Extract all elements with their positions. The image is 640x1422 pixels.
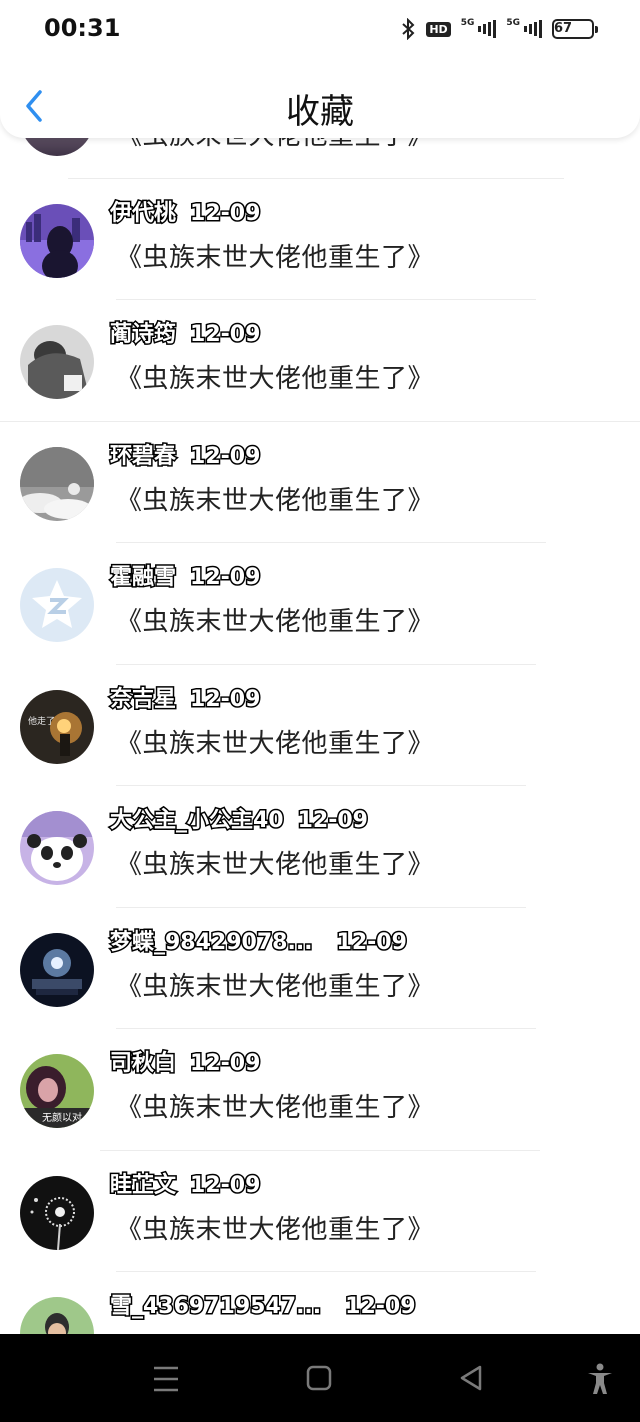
- item-date: 12-09: [335, 928, 408, 956]
- item-date: 12-09: [189, 321, 262, 349]
- list-item[interactable]: 霍融雪 12-09 《虫族末世大佬他重生了》: [0, 543, 640, 665]
- avatar[interactable]: [20, 568, 94, 642]
- item-meta: 雪_4369719547... 12-09: [108, 1288, 417, 1321]
- bluetooth-icon: [400, 18, 416, 40]
- user-name[interactable]: 眭芷文: [108, 1171, 177, 1199]
- item-title: 《虫族末世大佬他重生了》: [116, 1214, 435, 1245]
- item-title: 《虫族末世大佬他重生了》: [116, 850, 435, 880]
- top-header: 00:31 HD 5G 5G 67 收藏: [0, 0, 640, 138]
- user-name[interactable]: 环碧春: [108, 442, 177, 470]
- user-name[interactable]: 雪_4369719547...: [108, 1293, 322, 1321]
- home-square-icon: [306, 1365, 332, 1391]
- signal-icon: 5G: [506, 18, 542, 40]
- item-title: 《虫族末世大佬他重生了》: [116, 485, 435, 516]
- item-date: 12-09: [189, 685, 262, 713]
- item-title: 《虫族末世大佬他重生了》: [116, 1093, 435, 1123]
- list-item[interactable]: 眭芷文 12-09 《虫族末世大佬他重生了》: [0, 1151, 640, 1272]
- item-title: 《虫族末世大佬他重生了》: [116, 364, 435, 394]
- page-title: 收藏: [286, 92, 354, 132]
- item-meta: 梦蝶_98429078... 12-09: [109, 924, 409, 956]
- network-type: 5G: [460, 18, 475, 28]
- home-button[interactable]: [301, 1362, 337, 1396]
- item-meta: 蔺诗筠 12-09: [108, 316, 262, 349]
- user-name[interactable]: 大公主_小公主40: [109, 807, 286, 835]
- item-meta: 眭芷文 12-09: [108, 1167, 262, 1199]
- item-meta: 大公主_小公主40 12-09: [109, 802, 370, 835]
- user-name[interactable]: 奈吉星: [108, 685, 177, 713]
- avatar-text: 他走了: [28, 715, 55, 727]
- avatar[interactable]: [20, 325, 94, 399]
- network-type: 5G: [506, 18, 520, 28]
- avatar[interactable]: [20, 1175, 94, 1250]
- item-date: 12-09: [189, 442, 262, 470]
- item-title: 《虫族末世大佬他重生了》: [116, 971, 435, 1002]
- avatar[interactable]: [20, 446, 94, 521]
- avatar[interactable]: 他走了: [20, 689, 94, 764]
- item-title: 《虫族末世大佬他重生了》: [116, 242, 435, 273]
- item-meta: 奈吉星 12-09: [108, 681, 262, 713]
- item-title: 《虫族末世大佬他重生了》: [116, 728, 435, 759]
- signal-icon: 5G: [461, 18, 497, 40]
- menu-icon: [154, 1366, 178, 1392]
- item-date: 12-09: [344, 1293, 417, 1321]
- system-nav-bar: [0, 1334, 640, 1422]
- item-meta: 司秋白 12-09: [108, 1045, 262, 1078]
- list-item[interactable]: 环碧春 12-09 《虫族末世大佬他重生了》: [0, 422, 640, 543]
- avatar[interactable]: 无颜以对: [20, 1054, 94, 1128]
- user-name[interactable]: 霍融雪: [108, 564, 177, 592]
- avatar-text: 无颜以对: [42, 1111, 82, 1124]
- item-meta: 霍融雪 12-09: [108, 559, 262, 592]
- list-item[interactable]: 大公主_小公主40 12-09 《虫族末世大佬他重生了》: [0, 786, 640, 908]
- hd-icon: HD: [426, 21, 451, 37]
- item-date: 12-09: [189, 1171, 262, 1199]
- accessibility-button[interactable]: [582, 1362, 618, 1396]
- item-meta: 伊代桃 12-09: [108, 195, 262, 227]
- item-date: 12-09: [189, 564, 262, 592]
- user-name[interactable]: 伊代桃: [108, 199, 177, 227]
- list-item[interactable]: 梦蝶_98429078... 12-09 《虫族末世大佬他重生了》: [0, 908, 640, 1029]
- list-item[interactable]: 无颜以对 司秋白 12-09 《虫族末世大佬他重生了》: [0, 1029, 640, 1151]
- item-title: 《虫族末世大佬他重生了》: [116, 607, 435, 637]
- accessibility-icon: [588, 1363, 612, 1394]
- item-date: 12-09: [189, 199, 262, 227]
- user-name[interactable]: 梦蝶_98429078...: [109, 928, 315, 956]
- item-date: 12-09: [296, 807, 369, 835]
- status-time: 00:31: [44, 14, 121, 42]
- status-icons: HD 5G 5G 67: [400, 14, 598, 44]
- user-name[interactable]: 蔺诗筠: [108, 321, 177, 349]
- battery-icon: 67: [552, 19, 598, 39]
- list-item[interactable]: 他走了 奈吉星 12-09 《虫族末世大佬他重生了》: [0, 665, 640, 786]
- screen: 《虫族末世大佬他重生了》 伊代桃 12-09 《虫族末世大佬他重生了》: [0, 0, 640, 1422]
- back-triangle-icon: [460, 1365, 482, 1391]
- avatar[interactable]: [20, 811, 94, 885]
- menu-button[interactable]: [148, 1362, 184, 1396]
- back-nav-button[interactable]: [454, 1362, 490, 1396]
- list-item[interactable]: 蔺诗筠 12-09 《虫族末世大佬他重生了》: [0, 300, 640, 422]
- avatar[interactable]: [20, 203, 94, 278]
- avatar[interactable]: [20, 932, 94, 1007]
- user-name[interactable]: 司秋白: [108, 1050, 177, 1078]
- favorites-list[interactable]: 《虫族末世大佬他重生了》 伊代桃 12-09 《虫族末世大佬他重生了》: [0, 82, 640, 1394]
- list-item[interactable]: 伊代桃 12-09 《虫族末世大佬他重生了》: [0, 179, 640, 300]
- item-date: 12-09: [189, 1050, 262, 1078]
- item-meta: 环碧春 12-09: [108, 438, 262, 470]
